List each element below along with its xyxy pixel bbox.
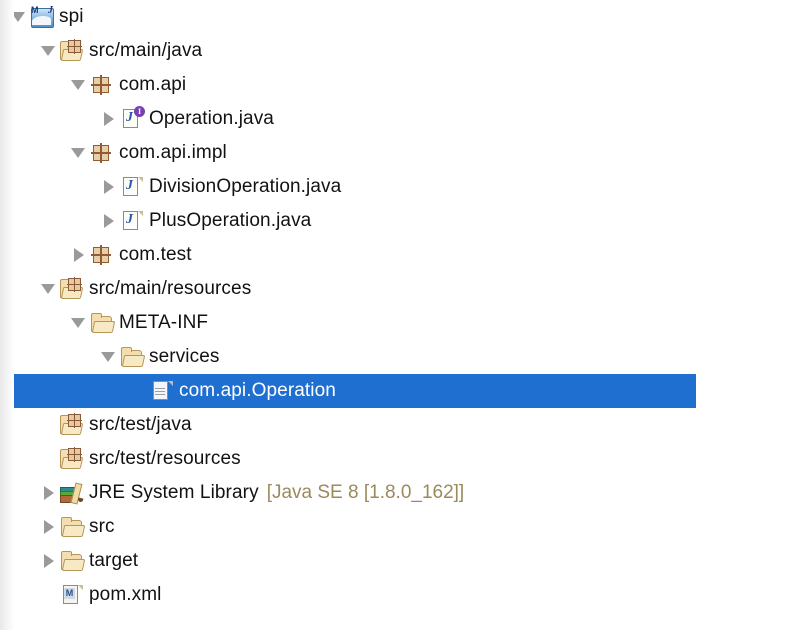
tree-row[interactable]: MJspi [0, 0, 792, 34]
tree-row-content: META-INF [68, 312, 208, 334]
chevron-right-icon[interactable] [98, 210, 120, 232]
folder-icon [60, 516, 84, 538]
tree-row-label: src [89, 516, 115, 538]
java-class-icon: J [120, 176, 144, 198]
package-icon [90, 74, 114, 96]
tree-row-label: services [149, 346, 219, 368]
tree-row-content: com.api [68, 74, 186, 96]
tree-row-label: target [89, 550, 138, 572]
tree-row[interactable]: META-INF [0, 306, 792, 340]
chevron-down-icon[interactable] [38, 40, 60, 62]
tree-row-label: Operation.java [149, 108, 274, 130]
tree-row-content: src/main/java [38, 40, 202, 62]
java-interface-icon: JI [120, 108, 144, 130]
chevron-down-icon[interactable] [68, 142, 90, 164]
tree-row-label: spi [59, 6, 84, 28]
tree-row-content: src [38, 516, 115, 538]
twisty-spacer [38, 414, 60, 436]
folder-icon [60, 550, 84, 572]
chevron-right-icon[interactable] [38, 550, 60, 572]
twisty-spacer [128, 380, 150, 402]
tree-row[interactable]: target [0, 544, 792, 578]
tree-row-content: com.api.Operation [128, 380, 336, 402]
tree-row-label: src/main/resources [89, 278, 251, 300]
source-folder-icon [60, 278, 84, 300]
tree-row[interactable]: com.test [0, 238, 792, 272]
tree-row-content: com.api.impl [68, 142, 227, 164]
tree-row[interactable]: services [0, 340, 792, 374]
package-icon [90, 142, 114, 164]
chevron-down-icon[interactable] [8, 6, 30, 28]
tree-row[interactable]: com.api.impl [0, 136, 792, 170]
tree-row-label: JRE System Library [89, 482, 259, 504]
chevron-down-icon[interactable] [68, 74, 90, 96]
tree-row-sublabel: [Java SE 8 [1.8.0_162]] [267, 482, 465, 504]
tree-row-content: Mpom.xml [38, 584, 162, 606]
tree-row[interactable]: src/main/resources [0, 272, 792, 306]
chevron-right-icon[interactable] [98, 176, 120, 198]
tree-row[interactable]: JPlusOperation.java [0, 204, 792, 238]
chevron-down-icon[interactable] [68, 312, 90, 334]
folder-icon [90, 312, 114, 334]
tree-row-content: JIOperation.java [98, 108, 274, 130]
tree-row-label: src/test/java [89, 414, 192, 436]
tree-row-content: JPlusOperation.java [98, 210, 311, 232]
twisty-spacer [38, 448, 60, 470]
tree-row-content: services [98, 346, 219, 368]
tree-row-label: src/main/java [89, 40, 202, 62]
package-icon [90, 244, 114, 266]
chevron-right-icon[interactable] [68, 244, 90, 266]
tree-row[interactable]: Mpom.xml [0, 578, 792, 612]
tree-row[interactable]: src/main/java [0, 34, 792, 68]
project-explorer-tree[interactable]: MJspisrc/main/javacom.apiJIOperation.jav… [0, 0, 792, 612]
tree-row-content: com.test [68, 244, 192, 266]
maven-pom-icon: M [60, 584, 84, 606]
chevron-right-icon[interactable] [38, 516, 60, 538]
tree-row-label: PlusOperation.java [149, 210, 311, 232]
tree-row-label: src/test/resources [89, 448, 241, 470]
tree-row[interactable]: JDivisionOperation.java [0, 170, 792, 204]
chevron-right-icon[interactable] [38, 482, 60, 504]
tree-row[interactable]: src/test/resources [0, 442, 792, 476]
tree-row-label: pom.xml [89, 584, 162, 606]
chevron-down-icon[interactable] [98, 346, 120, 368]
tree-row[interactable]: JIOperation.java [0, 102, 792, 136]
tree-row[interactable]: com.api.Operation [0, 374, 792, 408]
project-icon: MJ [30, 6, 54, 28]
selection-highlight [0, 374, 696, 408]
chevron-right-icon[interactable] [98, 108, 120, 130]
tree-row-content: src/test/resources [38, 448, 241, 470]
tree-row[interactable]: src/test/java [0, 408, 792, 442]
source-folder-icon [60, 40, 84, 62]
library-icon [60, 482, 84, 504]
tree-row-content: JDivisionOperation.java [98, 176, 341, 198]
tree-row-label: DivisionOperation.java [149, 176, 341, 198]
tree-row-content: src/main/resources [38, 278, 251, 300]
tree-row-content: JRE System Library [Java SE 8 [1.8.0_162]… [38, 482, 464, 504]
tree-row[interactable]: src [0, 510, 792, 544]
java-class-icon: J [120, 210, 144, 232]
twisty-spacer [38, 584, 60, 606]
chevron-down-icon[interactable] [38, 278, 60, 300]
folder-icon [120, 346, 144, 368]
tree-row[interactable]: JRE System Library [Java SE 8 [1.8.0_162]… [0, 476, 792, 510]
tree-row-label: META-INF [119, 312, 208, 334]
tree-row-label: com.api.impl [119, 142, 227, 164]
text-file-icon [150, 380, 174, 402]
tree-row-label: com.test [119, 244, 192, 266]
tree-row-content: src/test/java [38, 414, 192, 436]
tree-row-content: MJspi [8, 6, 84, 28]
tree-row-label: com.api [119, 74, 186, 96]
tree-row[interactable]: com.api [0, 68, 792, 102]
tree-row-label: com.api.Operation [179, 380, 336, 402]
tree-row-content: target [38, 550, 138, 572]
source-folder-icon [60, 448, 84, 470]
source-folder-icon [60, 414, 84, 436]
